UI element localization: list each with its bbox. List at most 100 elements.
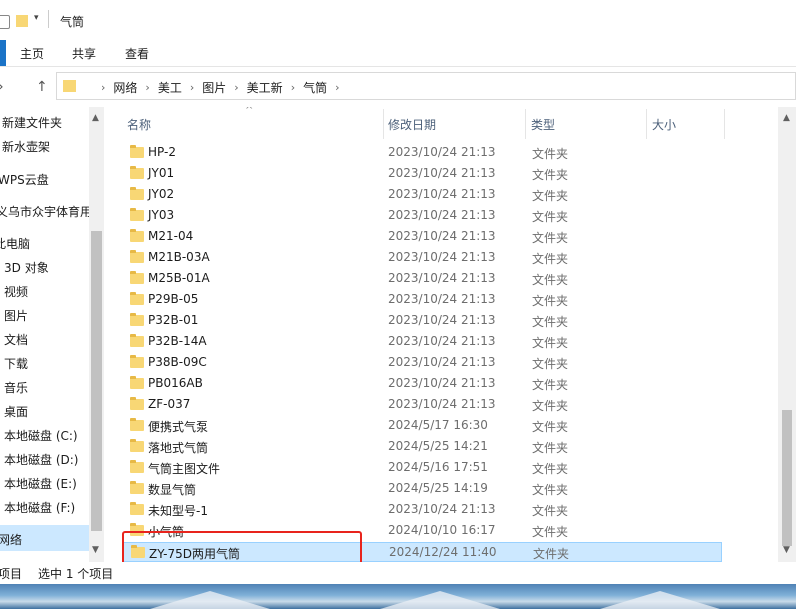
scroll-down-icon[interactable]: ▼: [783, 545, 790, 555]
nav-item-drive-e[interactable]: 本地磁盘 (E:): [4, 475, 77, 492]
scroll-up-icon[interactable]: ▲: [92, 113, 99, 123]
nav-item-this-pc[interactable]: 此电脑: [0, 235, 30, 252]
breadcrumb-item[interactable]: 网络: [113, 79, 137, 96]
desktop-wallpaper: [0, 584, 796, 609]
file-name: 落地式气筒: [148, 441, 209, 455]
breadcrumb-item[interactable]: 气筒: [303, 79, 327, 96]
table-row[interactable]: P32B-01 2023/10/24 21:13 文件夹: [122, 311, 722, 331]
file-type: 文件夹: [532, 357, 569, 371]
nav-item-3d-objects[interactable]: 3D 对象: [4, 259, 49, 276]
chevron-right-icon[interactable]: ›: [101, 81, 105, 94]
table-row[interactable]: ZF-037 2023/10/24 21:13 文件夹: [122, 395, 722, 415]
vertical-scrollbar-thumb[interactable]: [782, 410, 792, 546]
address-bar[interactable]: › 网络 › 美工 › 图片 › 美工新 › 气筒 ›: [56, 72, 796, 100]
nav-item-network[interactable]: 网络: [0, 531, 22, 548]
nav-item-drive-d[interactable]: 本地磁盘 (D:): [4, 451, 78, 468]
chevron-right-icon[interactable]: ›: [190, 81, 194, 94]
ribbon-tabs: 主页 共享 查看: [0, 40, 796, 66]
new-folder-icon[interactable]: [16, 15, 28, 27]
folder-icon: [130, 502, 144, 515]
nav-item-documents[interactable]: 文档: [4, 331, 28, 348]
chevron-right-icon[interactable]: ›: [291, 81, 295, 94]
scroll-down-icon[interactable]: ▼: [92, 545, 99, 555]
file-list: ^ 名称 修改日期 类型 大小 HP-2 2023/10/24 21:13 文件夹 J…: [104, 107, 796, 567]
table-row[interactable]: 气筒主图文件 2024/5/16 17:51 文件夹: [122, 458, 722, 478]
tab-view[interactable]: 查看: [125, 45, 149, 62]
file-type: 文件夹: [532, 441, 569, 455]
folder-icon: [130, 313, 144, 326]
forward-arrow-icon[interactable]: ›: [0, 79, 4, 95]
column-divider[interactable]: [724, 109, 725, 139]
table-row[interactable]: 未知型号-1 2023/10/24 21:13 文件夹: [122, 500, 722, 520]
file-type: 文件夹: [532, 378, 569, 392]
file-name: M25B-01A: [148, 271, 210, 285]
nav-item-music[interactable]: 音乐: [4, 379, 28, 396]
file-type: 文件夹: [532, 231, 569, 245]
customize-toolbar-icon[interactable]: ▾: [34, 13, 46, 25]
nav-item-videos[interactable]: 视频: [4, 283, 28, 300]
breadcrumb-item[interactable]: 图片: [202, 79, 226, 96]
nav-item-bottle-rack[interactable]: 新水壶架: [2, 138, 50, 155]
table-row[interactable]: 便携式气泵 2024/5/17 16:30 文件夹: [122, 416, 722, 436]
column-header-date[interactable]: 修改日期: [388, 116, 436, 133]
folder-icon: [130, 271, 144, 284]
table-row[interactable]: JY03 2023/10/24 21:13 文件夹: [122, 206, 722, 226]
wallpaper-mountain: [600, 591, 720, 609]
column-header-type[interactable]: 类型: [531, 116, 555, 133]
table-row[interactable]: M21B-03A 2023/10/24 21:13 文件夹: [122, 248, 722, 268]
file-name: 未知型号-1: [148, 504, 208, 518]
column-divider[interactable]: [383, 109, 384, 139]
folder-icon: [130, 229, 144, 242]
table-row[interactable]: M21-04 2023/10/24 21:13 文件夹: [122, 227, 722, 247]
column-divider[interactable]: [646, 109, 647, 139]
modified-date: 2023/10/24 21:13: [388, 271, 496, 285]
table-row[interactable]: JY01 2023/10/24 21:13 文件夹: [122, 164, 722, 184]
nav-item-new-folder[interactable]: 新建文件夹: [2, 114, 62, 131]
chevron-right-icon[interactable]: ›: [335, 81, 339, 94]
nav-item-drive-c[interactable]: 本地磁盘 (C:): [4, 427, 78, 444]
wallpaper-mountain: [380, 591, 500, 609]
file-type: 文件夹: [532, 462, 569, 476]
chevron-right-icon[interactable]: ›: [234, 81, 238, 94]
file-type: 文件夹: [532, 252, 569, 266]
file-type: 文件夹: [532, 294, 569, 308]
modified-date: 2023/10/24 21:13: [388, 166, 496, 180]
breadcrumb-item[interactable]: 美工: [158, 79, 182, 96]
nav-scrollbar-thumb[interactable]: [91, 231, 102, 531]
folder-icon: [130, 208, 144, 221]
table-row[interactable]: PB016AB 2023/10/24 21:13 文件夹: [122, 374, 722, 394]
file-tab[interactable]: [0, 40, 6, 66]
modified-date: 2023/10/24 21:13: [388, 334, 496, 348]
tab-share[interactable]: 共享: [72, 45, 96, 62]
table-row[interactable]: M25B-01A 2023/10/24 21:13 文件夹: [122, 269, 722, 289]
file-name: JY03: [148, 208, 175, 222]
nav-item-wps-cloud[interactable]: WPS云盘: [0, 171, 49, 188]
breadcrumb-item[interactable]: 美工新: [247, 79, 283, 96]
table-row[interactable]: HP-2 2023/10/24 21:13 文件夹: [122, 143, 722, 163]
table-row[interactable]: JY02 2023/10/24 21:13 文件夹: [122, 185, 722, 205]
properties-icon[interactable]: [0, 15, 10, 29]
nav-item-company-folder[interactable]: 义乌市众宇体育用: [0, 203, 92, 220]
table-row[interactable]: P29B-05 2023/10/24 21:13 文件夹: [122, 290, 722, 310]
tab-home[interactable]: 主页: [20, 45, 44, 62]
table-row[interactable]: 落地式气筒 2024/5/25 14:21 文件夹: [122, 437, 722, 457]
column-divider[interactable]: [525, 109, 526, 139]
nav-item-drive-f[interactable]: 本地磁盘 (F:): [4, 499, 75, 516]
column-header-name[interactable]: 名称: [127, 116, 151, 133]
folder-icon: [63, 80, 76, 92]
column-header-size[interactable]: 大小: [652, 116, 676, 133]
nav-item-pictures[interactable]: 图片: [4, 307, 28, 324]
file-name: P38B-09C: [148, 355, 207, 369]
chevron-right-icon[interactable]: ›: [145, 81, 149, 94]
nav-item-downloads[interactable]: 下载: [4, 355, 28, 372]
up-arrow-icon[interactable]: ↑: [36, 79, 48, 95]
table-row[interactable]: 数显气筒 2024/5/25 14:19 文件夹: [122, 479, 722, 499]
folder-icon: [130, 166, 144, 179]
file-name: 数显气筒: [148, 483, 197, 497]
table-row[interactable]: P38B-09C 2023/10/24 21:13 文件夹: [122, 353, 722, 373]
modified-date: 2024/12/24 11:40: [389, 545, 497, 559]
scroll-up-icon[interactable]: ▲: [783, 113, 790, 123]
table-row[interactable]: P32B-14A 2023/10/24 21:13 文件夹: [122, 332, 722, 352]
nav-item-desktop[interactable]: 桌面: [4, 403, 28, 420]
folder-icon: [130, 334, 144, 347]
